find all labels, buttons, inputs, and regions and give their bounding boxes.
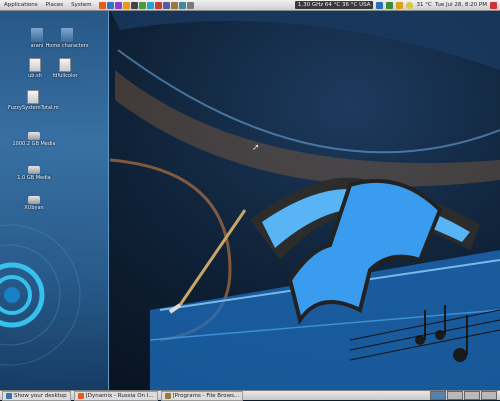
firefox-icon[interactable]: [98, 1, 106, 9]
drive-icon: [28, 166, 40, 174]
settings-icon[interactable]: [186, 1, 194, 9]
mouse-pointer-icon: ➚: [252, 143, 260, 153]
cpu-temp-monitor[interactable]: 1.30 GHz 64 °C 36 °C USA: [294, 1, 374, 9]
desktop-icon[interactable]: 1000.2 GB Media: [9, 128, 59, 147]
folder-icon: [164, 392, 171, 399]
network-tray-icon[interactable]: [376, 1, 384, 9]
bottom-panel: Show your desktop [Dynamix - Russia On I…: [0, 390, 500, 401]
show-desktop-button[interactable]: Show your desktop: [2, 390, 71, 401]
workspace-4[interactable]: [481, 391, 497, 400]
music-icon[interactable]: [154, 1, 162, 9]
power-icon[interactable]: [490, 1, 497, 9]
taskbar-item[interactable]: [Dynamix - Russia On I...: [73, 390, 158, 401]
editor-icon[interactable]: [138, 1, 146, 9]
workspace-switcher: [430, 391, 500, 400]
drive-icon: [28, 196, 40, 204]
desktop-icon[interactable]: FuzzySystemTotal.m: [8, 90, 59, 111]
top-panel: Applications Places System 1.30 GHz 64 °…: [0, 0, 500, 11]
browser-icon[interactable]: [106, 1, 114, 9]
weather-icon: [406, 1, 414, 9]
mail-icon[interactable]: [162, 1, 170, 9]
system-tray: 1.30 GHz 64 °C 36 °C USA 31 °C Tue Jul 2…: [294, 1, 500, 9]
update-tray-icon[interactable]: [386, 1, 394, 9]
launcher-bar: [98, 1, 194, 9]
desktop-icon-small: [6, 392, 12, 399]
file-icon: [59, 58, 71, 72]
chat-icon[interactable]: [146, 1, 154, 9]
network-icon[interactable]: [178, 1, 186, 9]
drive-icon: [28, 132, 40, 140]
terminal-icon[interactable]: [130, 1, 138, 9]
menu-applications[interactable]: Applications: [0, 2, 42, 8]
text-file-icon: [27, 90, 39, 104]
menu-places[interactable]: Places: [42, 2, 68, 8]
workspace-2[interactable]: [447, 391, 463, 400]
weather-temp[interactable]: 31 °C: [416, 2, 431, 8]
desktop-icon[interactable]: Home characters: [42, 28, 92, 49]
clock[interactable]: Tue Jul 28, 8:20 PM: [435, 2, 487, 8]
workspace-1[interactable]: [430, 391, 446, 400]
firefox-icon: [77, 392, 84, 399]
menu-system[interactable]: System: [67, 2, 96, 8]
workspace-3[interactable]: [464, 391, 480, 400]
vlc-icon[interactable]: [122, 1, 130, 9]
files-icon[interactable]: [170, 1, 178, 9]
media-icon[interactable]: [114, 1, 122, 9]
desktop-icon[interactable]: XUbyan: [9, 192, 59, 211]
desktop-wallpaper: arani Home characters ub.sh fdfullcolor …: [0, 10, 500, 390]
folder-icon: [61, 28, 73, 42]
desktop-icon[interactable]: fdfullcolor: [40, 58, 90, 79]
volume-tray-icon[interactable]: [396, 1, 404, 9]
taskbar-item[interactable]: [Programs - File Brows...: [160, 390, 244, 401]
desktop-icon[interactable]: 1.0 GB Media: [9, 162, 59, 181]
